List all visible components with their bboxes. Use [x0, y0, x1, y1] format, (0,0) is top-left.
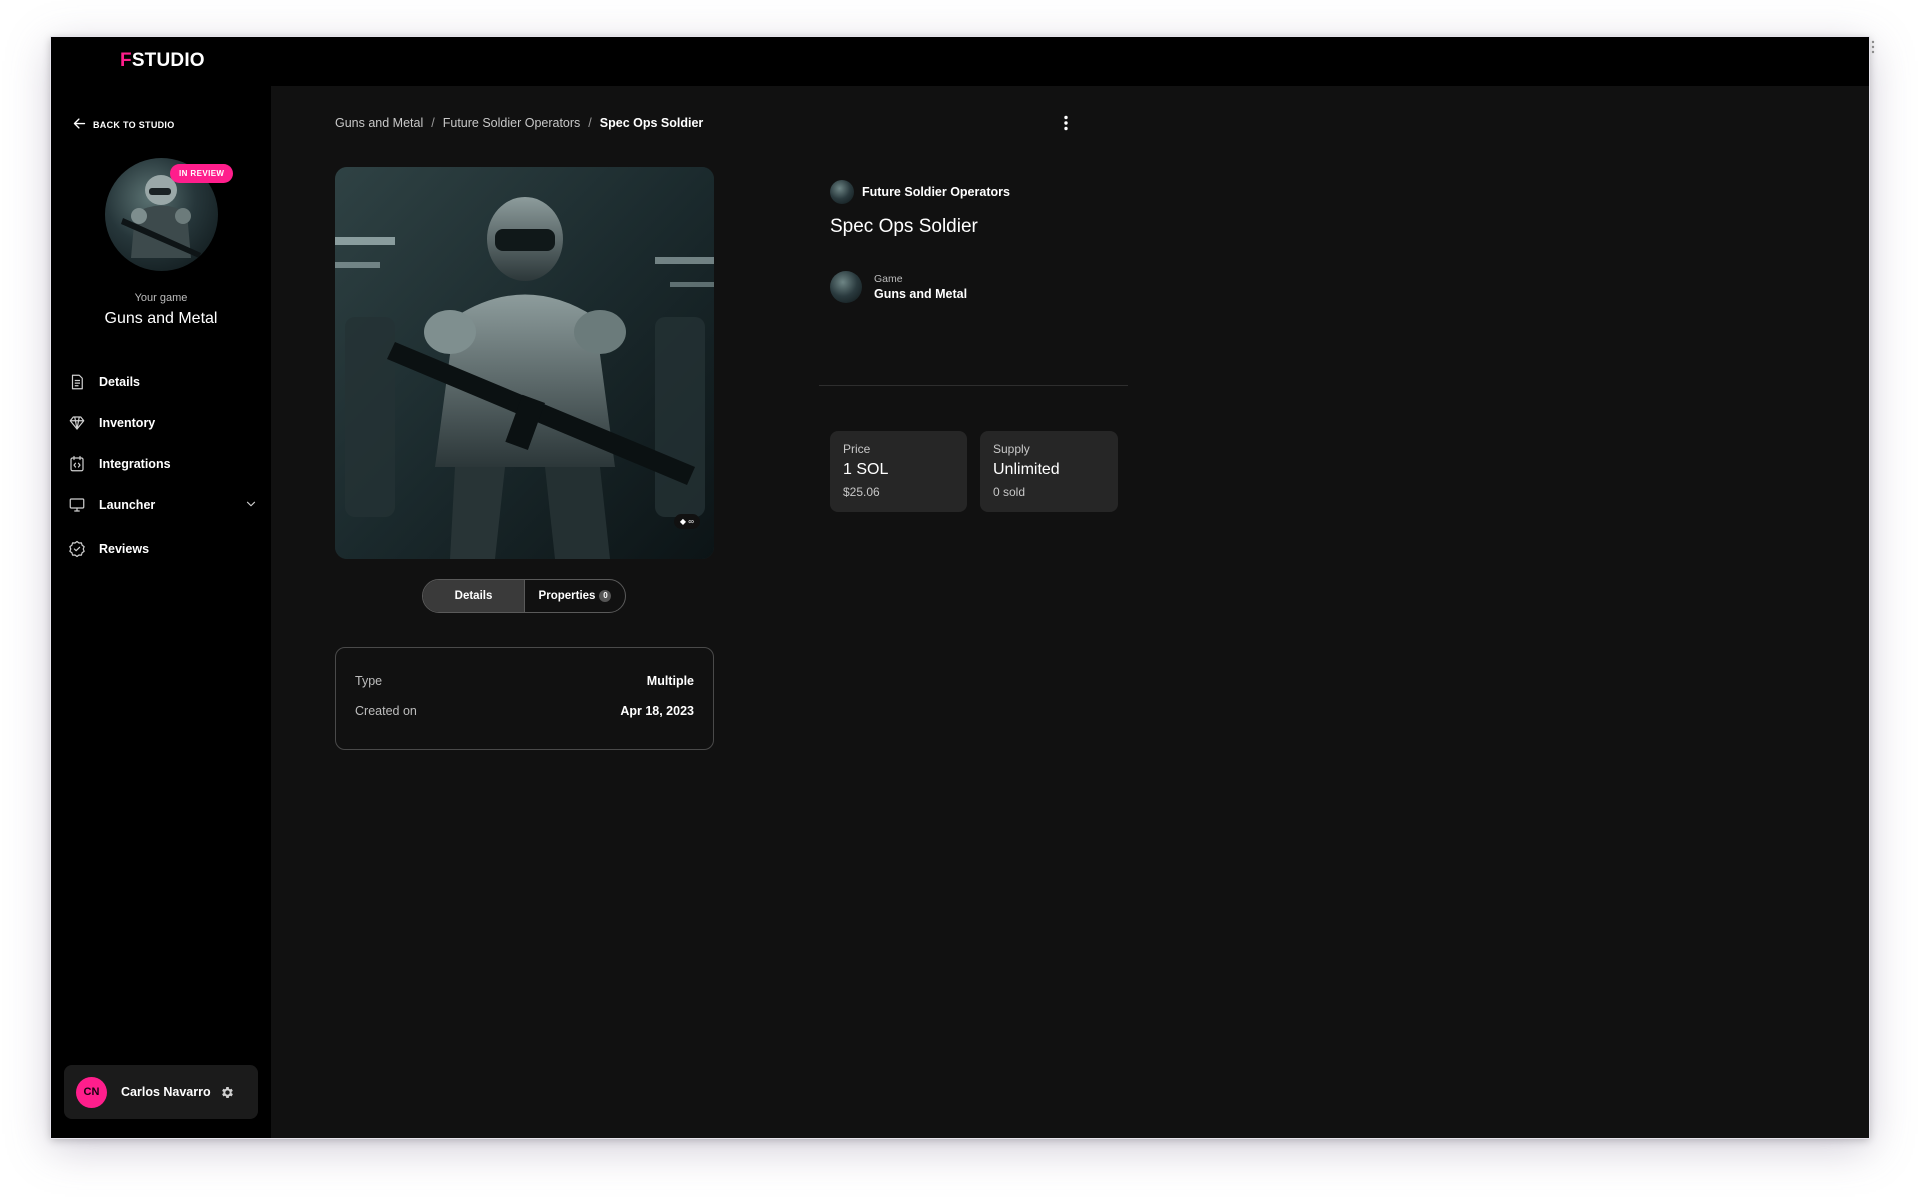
supply-tag: ◆ ∞ [673, 514, 700, 529]
collection-avatar [830, 180, 854, 204]
sidebar-nav: Details Inventory Integrations Launcher [68, 361, 258, 569]
supply-label: Supply [993, 442, 1030, 456]
tab-details[interactable]: Details [423, 580, 525, 612]
supply-sold: 0 sold [993, 485, 1026, 499]
supply-value: Unlimited [993, 461, 1060, 478]
sidebar-item-inventory[interactable]: Inventory [68, 402, 258, 443]
breadcrumb-separator: / [588, 116, 592, 130]
back-to-studio-label: BACK TO STUDIO [93, 119, 175, 130]
divider [819, 385, 1128, 386]
sidebar-item-label: Integrations [99, 456, 171, 471]
studio-logo[interactable]: FSTUDIO [120, 50, 205, 72]
sidebar: BACK TO STUDIO IN REVIEW Your game Guns … [51, 86, 271, 1138]
in-review-badge: IN REVIEW [170, 164, 234, 183]
diamond-icon: ◆ [679, 517, 687, 526]
document-icon [68, 373, 86, 391]
type-label: Type [355, 674, 383, 688]
game-reference[interactable]: Game Guns and Metal [830, 271, 967, 303]
price-label: Price [843, 442, 871, 456]
type-value: Multiple [646, 674, 694, 688]
diamond-icon [68, 414, 86, 432]
item-tabs: Details Properties 0 [422, 579, 626, 613]
sidebar-item-launcher[interactable]: Launcher [68, 484, 258, 525]
details-panel: Type Multiple Created on Apr 18, 2023 [335, 647, 714, 750]
price-value: 1 SOL [843, 461, 889, 478]
collection-link[interactable]: Future Soldier Operators [830, 180, 1010, 204]
sidebar-item-label: Inventory [99, 415, 156, 430]
sidebar-item-integrations[interactable]: Integrations [68, 443, 258, 484]
sidebar-item-label: Launcher [99, 497, 156, 512]
breadcrumb-collection-link[interactable]: Future Soldier Operators [443, 116, 581, 130]
breadcrumb-separator: / [431, 116, 435, 130]
more-options-icon[interactable] [1056, 114, 1076, 132]
user-name: Carlos Navarro [121, 1085, 211, 1099]
sidebar-item-label: Details [99, 374, 140, 389]
gear-icon[interactable] [220, 1085, 235, 1100]
check-badge-icon [68, 540, 86, 558]
code-icon [68, 455, 86, 473]
sidebar-game-name: Guns and Metal [104, 310, 218, 327]
sidebar-item-label: Reviews [99, 541, 150, 556]
breadcrumb-current: Spec Ops Soldier [599, 116, 704, 130]
monitor-icon [68, 496, 86, 514]
top-bar: FSTUDIO [51, 37, 1869, 86]
sidebar-item-details[interactable]: Details [68, 361, 258, 402]
properties-count-badge: 0 [599, 590, 612, 602]
info-row: Created on Apr 18, 2023 [355, 704, 694, 718]
collection-name: Future Soldier Operators [862, 185, 1010, 199]
user-card[interactable]: CN Carlos Navarro [64, 1065, 258, 1119]
game-avatar-small [830, 271, 862, 303]
back-to-studio-link[interactable]: BACK TO STUDIO [72, 116, 175, 133]
info-row: Type Multiple [355, 674, 694, 688]
game-value: Guns and Metal [874, 287, 968, 301]
arrow-left-icon [72, 116, 87, 133]
main-content: Guns and Metal / Future Soldier Operator… [271, 86, 1869, 1138]
price-usd: $25.06 [843, 485, 880, 499]
chevron-down-icon[interactable] [244, 497, 258, 511]
price-card: Price 1 SOL $25.06 [830, 431, 967, 512]
app-window: FSTUDIO BACK TO STUDIO IN REVIEW Your ga… [51, 37, 1869, 1138]
game-label: Game [874, 273, 903, 285]
avatar: CN [76, 1076, 107, 1108]
tab-properties[interactable]: Properties 0 [525, 580, 625, 612]
item-title: Spec Ops Soldier [830, 216, 978, 237]
created-on-label: Created on [355, 704, 417, 718]
supply-card: Supply Unlimited 0 sold [980, 431, 1118, 512]
created-on-value: Apr 18, 2023 [620, 704, 694, 718]
item-image: ◆ ∞ [335, 167, 714, 559]
scrollbar-grip-icon[interactable] [1871, 40, 1875, 54]
your-game-label: Your game [134, 292, 188, 304]
breadcrumb: Guns and Metal / Future Soldier Operator… [335, 116, 703, 130]
breadcrumb-game-link[interactable]: Guns and Metal [335, 116, 423, 130]
tab-properties-label: Properties [538, 590, 596, 602]
sidebar-item-reviews[interactable]: Reviews [68, 528, 258, 569]
